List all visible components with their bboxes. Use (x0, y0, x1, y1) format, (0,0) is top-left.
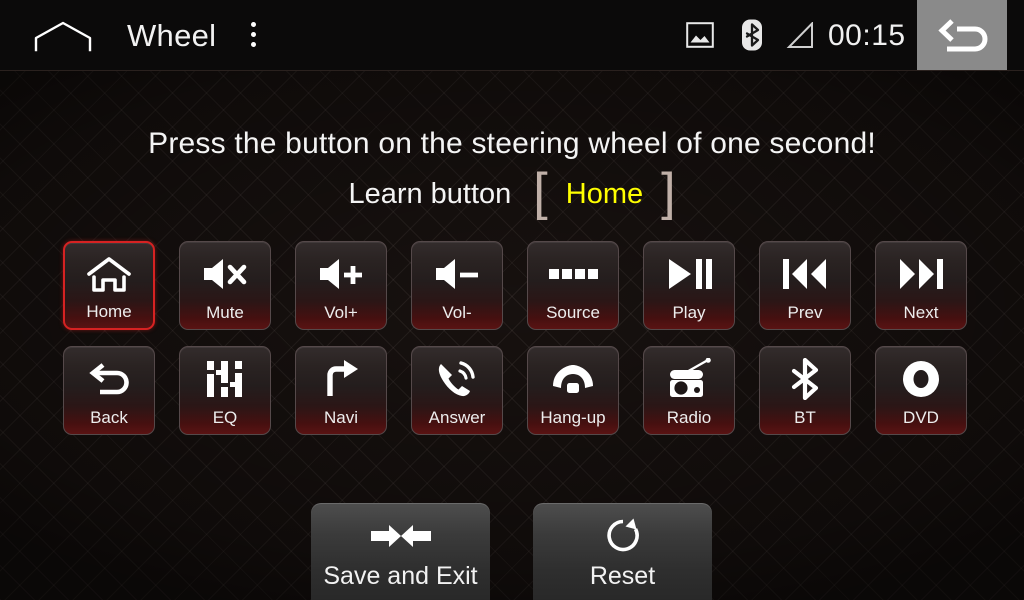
function-key-prev[interactable]: Prev (759, 241, 851, 330)
turn-right-icon (296, 355, 386, 403)
more-vertical-icon[interactable] (243, 22, 263, 52)
function-key-back[interactable]: Back (63, 346, 155, 435)
volume-down-icon (412, 250, 502, 298)
function-key-label: DVD (903, 408, 939, 427)
function-key-play[interactable]: Play (643, 241, 735, 330)
clock-label: 00:15 (828, 19, 906, 52)
head-unit-screen: Wheel 00:15 Press the button on the stee… (0, 0, 1024, 600)
bracket-right: ] (661, 163, 676, 221)
function-key-navi[interactable]: Navi (295, 346, 387, 435)
reset-button[interactable]: Reset (533, 503, 712, 600)
skip-prev-icon (760, 250, 850, 298)
refresh-circle-icon (533, 515, 712, 557)
home-outline-icon[interactable] (33, 20, 93, 52)
bluetooth-icon (738, 19, 766, 51)
function-key-label: Source (546, 303, 600, 322)
signal-triangle-icon (786, 22, 816, 49)
volume-up-icon (296, 250, 386, 298)
arrows-inward-icon (311, 515, 490, 557)
status-bar: Wheel 00:15 (0, 0, 1024, 71)
back-arrow-icon (64, 355, 154, 403)
home-icon (65, 251, 153, 299)
instruction-line: Press the button on the steering wheel o… (148, 127, 876, 160)
picture-icon (686, 22, 714, 48)
bluetooth-icon (760, 355, 850, 403)
bracket-left: [ (533, 163, 548, 221)
volume-mute-icon (180, 250, 270, 298)
function-key-source[interactable]: Source (527, 241, 619, 330)
function-key-mute[interactable]: Mute (179, 241, 271, 330)
reset-label: Reset (589, 562, 656, 590)
function-key-label: Vol- (442, 303, 472, 322)
function-key-label: BT (794, 408, 816, 427)
function-key-label: Hang-up (540, 408, 606, 427)
function-key-volup[interactable]: Vol+ (295, 241, 387, 330)
function-key-answer[interactable]: Answer (411, 346, 503, 435)
skip-next-icon (876, 250, 966, 298)
save-and-exit-label: Save and Exit (323, 562, 478, 590)
function-key-home[interactable]: Home (63, 241, 155, 330)
function-key-radio[interactable]: Radio (643, 346, 735, 435)
function-key-label: Play (672, 303, 706, 322)
save-and-exit-button[interactable]: Save and Exit (311, 503, 490, 600)
learn-button-value: Home (565, 178, 644, 210)
function-key-eq[interactable]: EQ (179, 346, 271, 435)
play-pause-icon (644, 250, 734, 298)
source-icon (528, 250, 618, 298)
learn-button-row: Learn button [ Home] (0, 166, 1024, 218)
function-key-label: Mute (206, 303, 244, 322)
disc-icon (876, 355, 966, 403)
back-arrow-icon (938, 19, 988, 52)
function-key-grid: Home Mute Vol+ Vol- Source Play Prev Nex… (63, 241, 967, 436)
back-button[interactable] (917, 0, 1007, 71)
equalizer-icon (180, 355, 270, 403)
function-key-label: Vol+ (324, 303, 358, 322)
page-title: Wheel (127, 18, 217, 53)
function-key-label: Home (86, 302, 132, 321)
function-key-label: Next (903, 303, 939, 322)
function-key-label: Prev (787, 303, 823, 322)
status-bar-divider (0, 70, 1024, 71)
function-key-label: Navi (323, 408, 358, 427)
function-key-dvd[interactable]: DVD (875, 346, 967, 435)
function-key-hangup[interactable]: Hang-up (527, 346, 619, 435)
function-key-next[interactable]: Next (875, 241, 967, 330)
function-key-voldn[interactable]: Vol- (411, 241, 503, 330)
learn-button-label: Learn button (348, 178, 512, 210)
function-key-bt[interactable]: BT (759, 346, 851, 435)
phone-answer-icon (412, 355, 502, 403)
function-key-label: Radio (666, 408, 712, 427)
radio-icon (644, 355, 734, 403)
function-key-label: Back (90, 408, 128, 427)
function-key-label: EQ (212, 408, 238, 427)
phone-hangup-icon (528, 355, 618, 403)
function-key-label: Answer (428, 408, 486, 427)
